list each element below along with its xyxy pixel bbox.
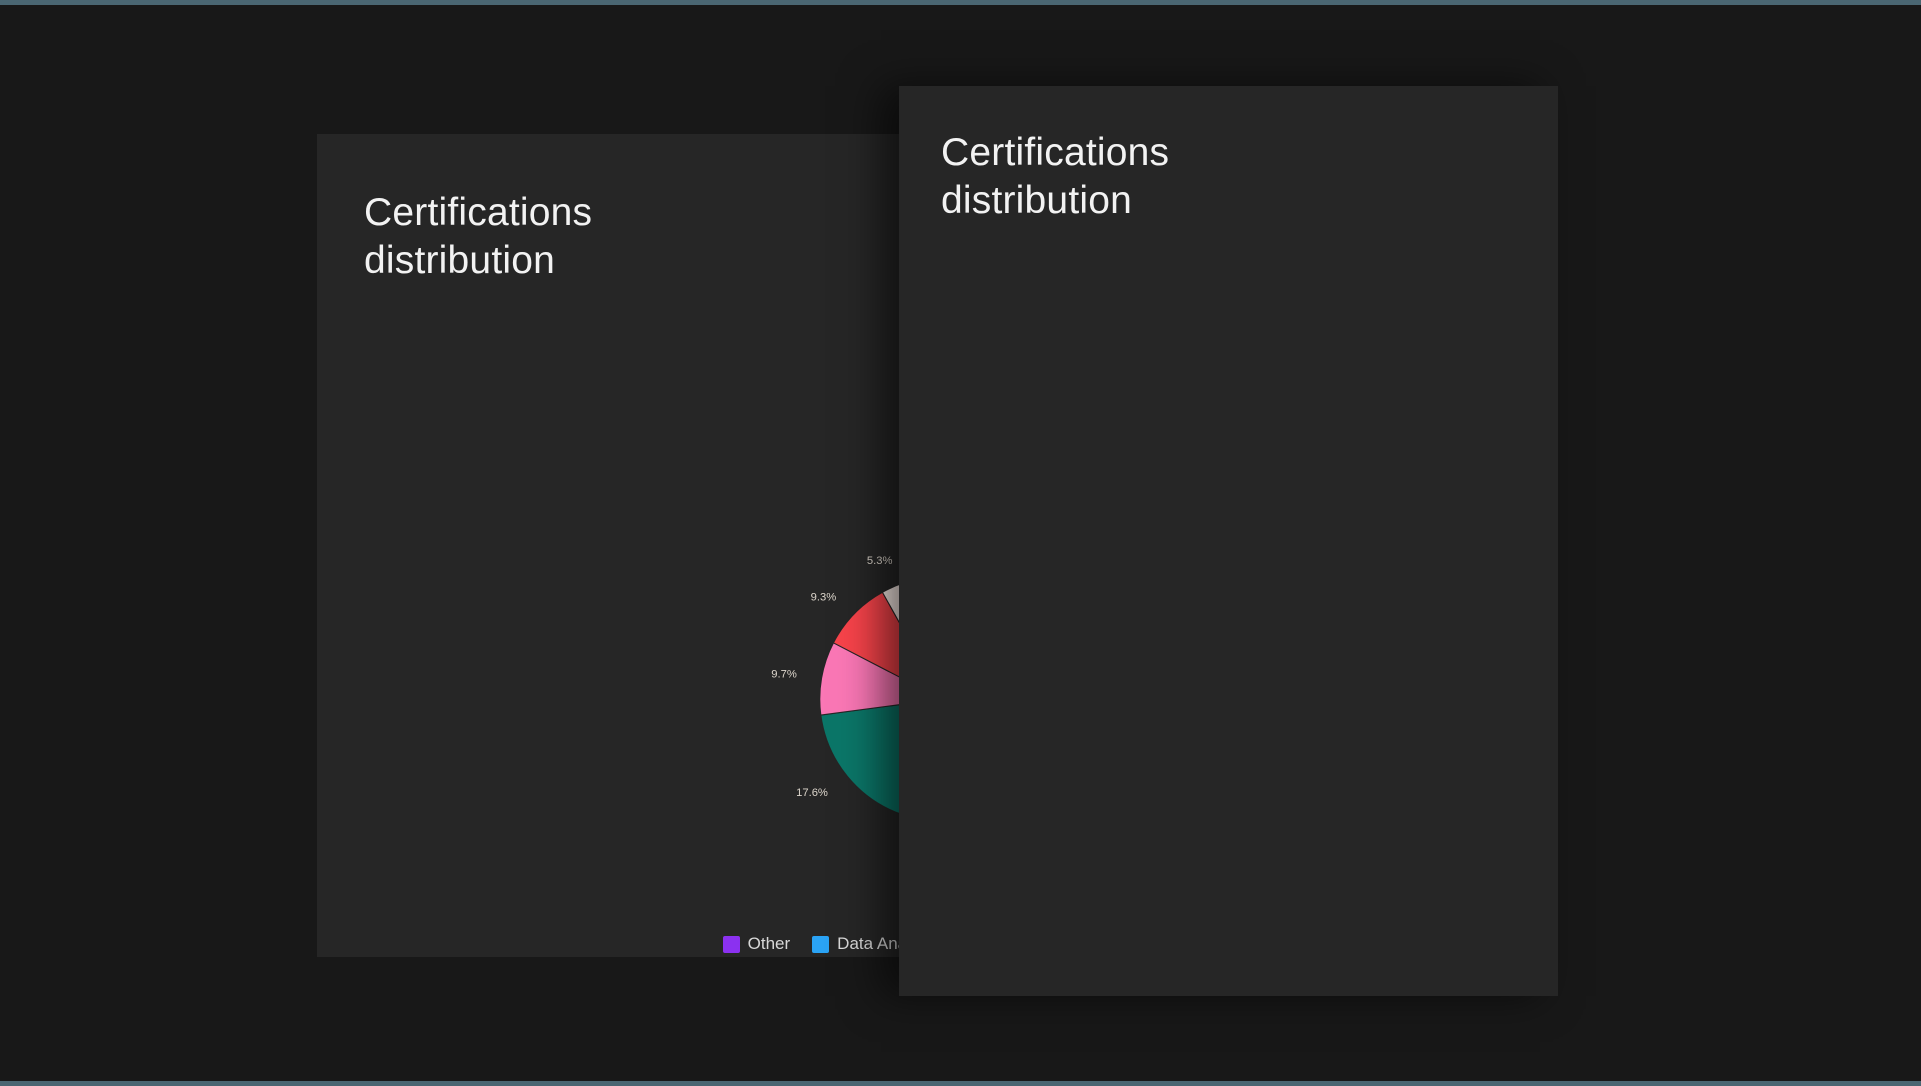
legend-item[interactable]: Other <box>723 934 791 954</box>
chart-card-front[interactable]: Certifications distribution <box>899 86 1558 996</box>
chart-card-back[interactable]: Certifications distribution <box>317 134 917 957</box>
page-title: Certifications distribution <box>364 189 694 284</box>
screen: Certifications distribution <box>0 0 1921 1086</box>
top-edge-bar <box>0 0 1921 5</box>
pie-slice-label: 17.6% <box>796 787 828 799</box>
chart-legend-back: OtherData AnalyticsSoftware Devel...Clou… <box>712 934 917 957</box>
bottom-edge-bar <box>0 1081 1921 1086</box>
page-title: Certifications distribution <box>941 129 1271 224</box>
legend-item-label: Other <box>748 934 791 954</box>
pie-slice-label: 9.3% <box>811 591 837 603</box>
legend-color-swatch <box>812 936 829 953</box>
pie-slice-label: 9.7% <box>771 669 797 681</box>
pie-slice-label: 5.3% <box>867 555 893 567</box>
pie-chart-back[interactable]: 36%19.3%17.6%9.7%9.3%5.3%2.8% <box>757 514 917 884</box>
legend-color-swatch <box>723 936 740 953</box>
